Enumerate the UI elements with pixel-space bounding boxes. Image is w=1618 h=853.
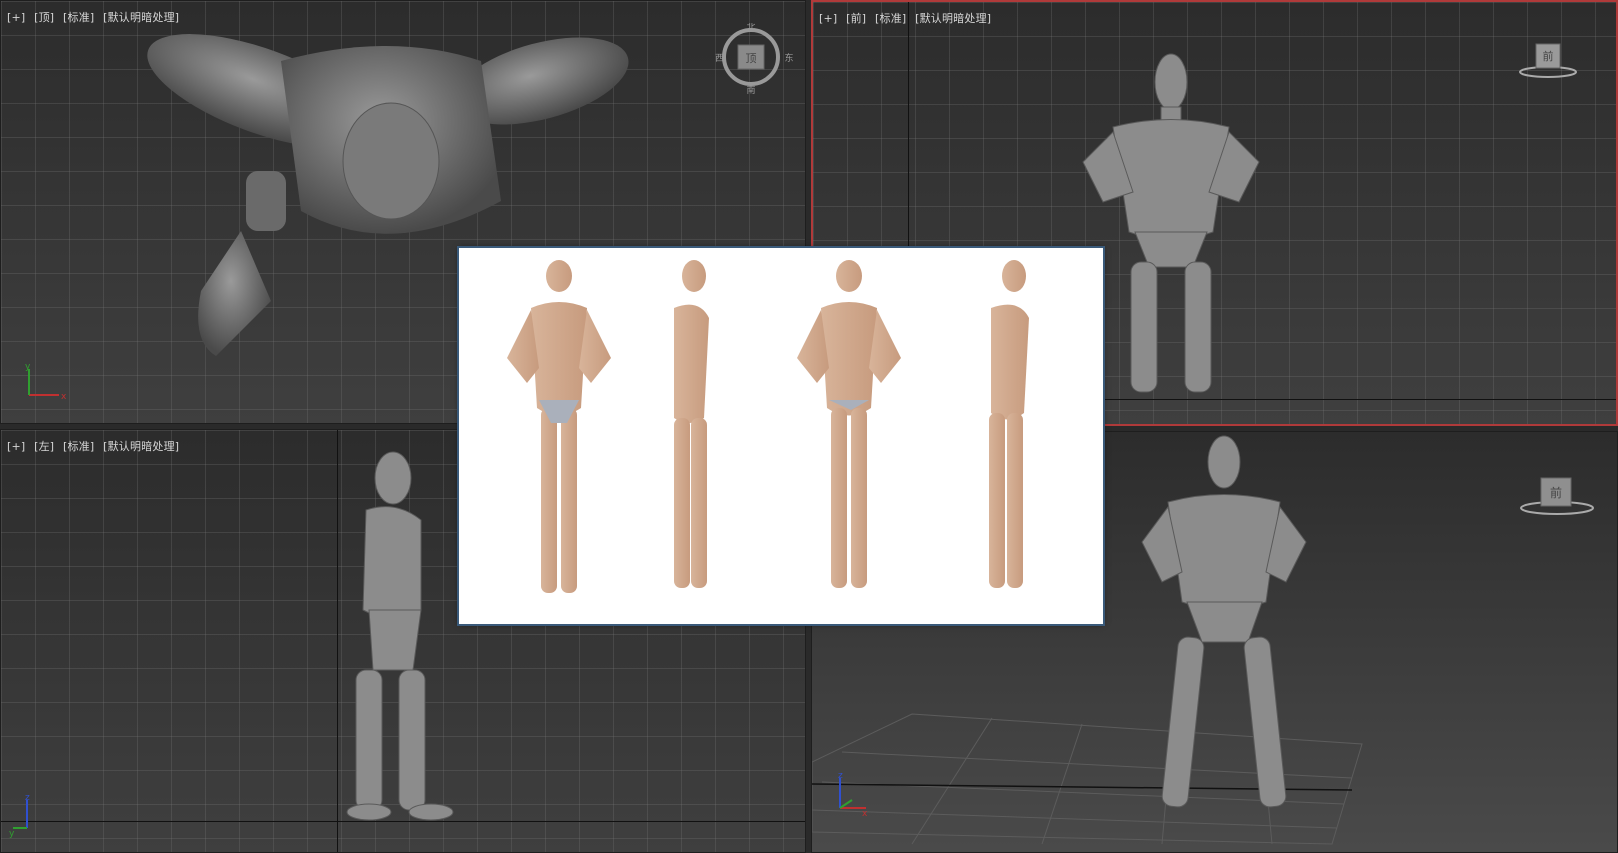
viewcube-face-label: 前: [1550, 485, 1562, 500]
compass-south-label: 南: [746, 84, 755, 95]
figure-reference-photo: [507, 260, 1029, 593]
axis-z-label: z: [25, 793, 30, 803]
axis-z-label: z: [838, 772, 843, 781]
compass-west-label: 西: [715, 53, 724, 64]
axis-y-label: y: [9, 829, 15, 839]
viewcube-face-label: 前: [1543, 49, 1554, 63]
axis-tripod: z x: [838, 772, 868, 819]
viewcube-perspective[interactable]: 前: [1517, 472, 1597, 522]
compass-east-label: 东: [784, 52, 793, 64]
axis-tripod: z y: [9, 793, 30, 839]
axis-x-label: x: [862, 809, 868, 819]
axis-tripod: x y: [25, 362, 67, 402]
viewcube-face-label: 顶: [746, 52, 757, 65]
axis-y-label: y: [25, 362, 31, 372]
axis-x-label: x: [61, 392, 67, 402]
reference-image-panel: [459, 248, 1103, 624]
viewcube-top[interactable]: 顶 北 南 东 西: [713, 23, 793, 95]
viewcube-front[interactable]: 前: [1518, 40, 1578, 80]
compass-north-label: 北: [746, 23, 755, 33]
